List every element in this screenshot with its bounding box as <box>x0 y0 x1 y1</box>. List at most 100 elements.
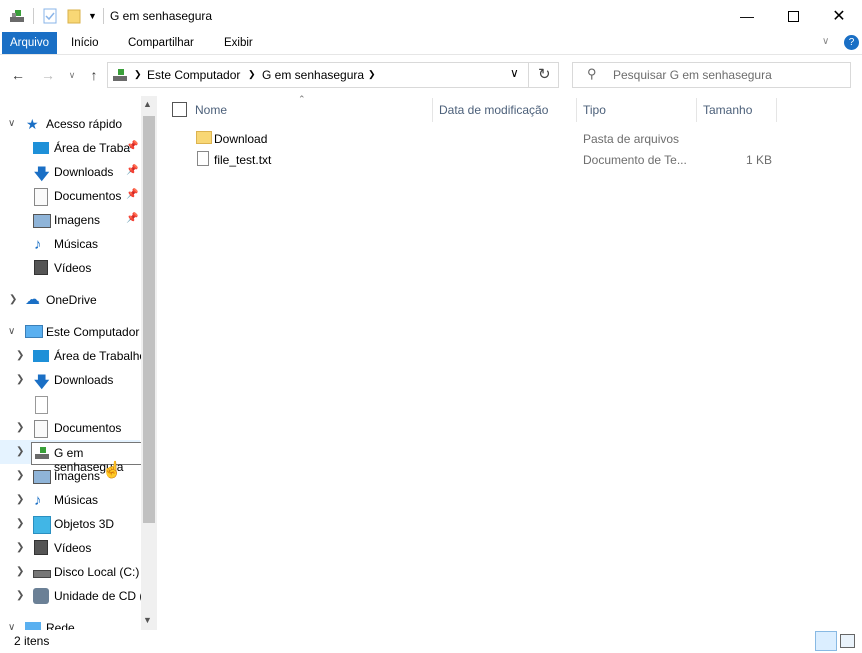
maximize-button[interactable] <box>770 0 816 32</box>
breadcrumb-item[interactable]: Este Computador <box>147 68 240 82</box>
column-header-date[interactable]: Data de modificação <box>439 96 548 131</box>
tree-item-cd-drive[interactable]: ❯ Unidade de CD ( <box>0 584 143 608</box>
up-arrow-icon: ↑ <box>90 67 98 83</box>
column-divider[interactable] <box>776 98 777 122</box>
up-button[interactable]: ↑ <box>84 62 104 88</box>
chevron-down-icon[interactable]: ∨ <box>8 622 15 630</box>
chevron-right-icon[interactable]: ❯ <box>16 566 24 577</box>
back-arrow-icon: ← <box>11 67 25 83</box>
column-header-type[interactable]: Tipo <box>583 96 606 131</box>
tree-item-local-disk[interactable]: ❯ Disco Local (C:) <box>0 560 140 584</box>
chevron-down-icon[interactable]: ▼ <box>88 11 97 21</box>
scroll-down-icon[interactable]: ▼ <box>143 615 152 625</box>
search-icon: ⚲ <box>587 66 597 81</box>
refresh-icon[interactable]: ↻ <box>538 65 551 83</box>
forward-button[interactable]: → <box>38 62 58 88</box>
chevron-down-icon[interactable]: ∨ <box>8 326 15 337</box>
chevron-right-icon[interactable]: ❯ <box>368 69 376 80</box>
chevron-right-icon[interactable]: ❯ <box>16 470 24 481</box>
tab-file[interactable]: Arquivo <box>2 32 57 54</box>
properties-icon[interactable] <box>42 8 58 24</box>
tree-item-quick-access[interactable]: ∨ ★ Acesso rápido <box>0 112 140 136</box>
pin-icon: 📌 <box>126 189 139 200</box>
breadcrumb-item[interactable]: G em senhasegura <box>262 68 364 82</box>
file-type: Documento de Te... <box>583 153 687 167</box>
chevron-right-icon[interactable]: ❯ <box>134 69 142 80</box>
scroll-up-icon[interactable]: ▲ <box>143 99 152 109</box>
chevron-right-icon[interactable]: ❯ <box>16 350 24 361</box>
folder-icon <box>196 131 212 144</box>
drive-network-icon <box>113 69 127 81</box>
column-divider[interactable] <box>576 98 577 122</box>
tree-item-blank[interactable] <box>0 392 140 416</box>
chevron-right-icon[interactable]: ❯ <box>9 294 17 305</box>
chevron-right-icon[interactable]: ❯ <box>16 494 24 505</box>
search-input[interactable]: Pesquisar G em senhasegura <box>613 68 772 82</box>
address-dropdown-icon[interactable]: ∨ <box>510 66 519 80</box>
address-bar[interactable]: ❯ Este Computador ❯ G em senhasegura ❯ ∨… <box>107 62 559 88</box>
tree-item-videos[interactable]: Vídeos <box>0 256 140 280</box>
back-button[interactable]: ← <box>8 62 28 88</box>
tree-item-label: Vídeos <box>54 261 92 275</box>
download-arrow-icon: 🡇 <box>34 374 50 391</box>
tab-view[interactable]: Exibir <box>216 32 261 54</box>
search-box[interactable]: ⚲ Pesquisar G em senhasegura <box>572 62 851 88</box>
column-divider[interactable] <box>696 98 697 122</box>
tree-item-label: Área de Trabalho <box>54 349 147 363</box>
navigation-pane: ∨ ★ Acesso rápido Área de Traba 📌 🡇 Down… <box>0 96 157 630</box>
tab-home[interactable]: Início <box>63 32 107 54</box>
tab-share[interactable]: Compartilhar <box>120 32 202 54</box>
chevron-down-icon[interactable]: ∨ <box>8 118 15 129</box>
tree-item-3d-objects[interactable]: ❯ Objetos 3D <box>0 512 140 536</box>
tree-item-music[interactable]: ♪ Músicas <box>0 232 140 256</box>
film-icon <box>34 540 48 555</box>
tree-item-pc-documents[interactable]: ❯ Documentos <box>0 416 140 440</box>
text-file-icon <box>197 151 209 166</box>
file-name: Download <box>214 132 268 146</box>
tree-item-onedrive[interactable]: ❯ ☁ OneDrive <box>0 288 140 312</box>
tree-item-pc-videos[interactable]: ❯ Vídeos <box>0 536 140 560</box>
tree-item-label: Rede <box>46 621 75 630</box>
column-header-size[interactable]: Tamanho <box>703 96 752 131</box>
details-view-icon[interactable] <box>815 631 837 651</box>
cube-icon <box>33 516 51 534</box>
chevron-right-icon[interactable]: ❯ <box>16 446 24 457</box>
column-header-name[interactable]: Nome <box>195 96 227 131</box>
tree-item-this-pc[interactable]: ∨ Este Computador <box>0 320 140 344</box>
tree-item-pc-desktop[interactable]: ❯ Área de Trabalho <box>0 344 146 368</box>
chevron-right-icon[interactable]: ❯ <box>16 542 24 553</box>
tree-item-label: Documentos <box>54 421 122 435</box>
file-row[interactable]: Download Pasta de arquivos <box>165 128 775 149</box>
chevron-right-icon[interactable]: ❯ <box>16 374 24 385</box>
tree-item-desktop[interactable]: Área de Traba 📌 <box>0 136 140 160</box>
help-icon[interactable]: ? <box>844 35 859 50</box>
chevron-right-icon[interactable]: ❯ <box>16 518 24 529</box>
picture-icon <box>33 470 51 484</box>
large-icons-view-icon[interactable] <box>840 634 855 648</box>
close-button[interactable]: ✕ <box>816 0 862 32</box>
chevron-right-icon[interactable]: ❯ <box>248 69 256 80</box>
tree-item-network[interactable]: ∨ Rede <box>0 616 140 630</box>
chevron-right-icon[interactable]: ❯ <box>16 590 24 601</box>
tree-item-downloads[interactable]: 🡇 Downloads 📌 <box>0 160 140 184</box>
hard-drive-icon <box>33 570 51 578</box>
picture-icon <box>33 214 51 228</box>
file-size: 1 KB <box>746 153 773 167</box>
file-row[interactable]: file_test.txt Documento de Te... 1 KB <box>165 149 775 170</box>
ribbon-expand-icon[interactable]: ∨ <box>822 36 829 47</box>
new-folder-icon[interactable] <box>66 8 82 24</box>
tree-item-pictures[interactable]: Imagens 📌 <box>0 208 140 232</box>
recent-locations-button[interactable]: ∨ <box>62 62 82 88</box>
quick-access-toolbar: ▼ <box>9 7 110 25</box>
tree-item-pc-downloads[interactable]: ❯ 🡇 Downloads <box>0 368 140 392</box>
close-icon: ✕ <box>832 8 846 25</box>
nav-scrollbar-thumb[interactable] <box>143 116 155 523</box>
document-icon <box>34 188 48 206</box>
column-divider[interactable] <box>432 98 433 122</box>
tree-item-pc-music[interactable]: ❯ ♪ Músicas <box>0 488 140 512</box>
select-all-checkbox[interactable] <box>172 102 187 117</box>
tree-item-documents[interactable]: Documentos 📌 <box>0 184 140 208</box>
chevron-right-icon[interactable]: ❯ <box>16 422 24 433</box>
drive-network-icon <box>10 10 24 22</box>
minimize-button[interactable]: — <box>724 0 770 32</box>
